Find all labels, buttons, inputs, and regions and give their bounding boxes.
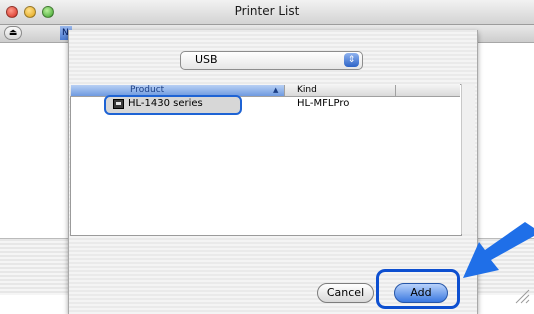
popup-arrows-icon: ⇕ bbox=[344, 53, 359, 67]
sort-ascending-icon: ▲ bbox=[273, 86, 279, 94]
window-title: Printer List bbox=[234, 4, 300, 18]
connection-popup-label: USB bbox=[195, 53, 218, 66]
resize-grip-icon[interactable] bbox=[512, 286, 530, 304]
cancel-button[interactable]: Cancel bbox=[317, 283, 374, 303]
printer-icon bbox=[113, 99, 124, 109]
close-light-icon[interactable] bbox=[6, 6, 18, 18]
minimize-light-icon[interactable] bbox=[24, 6, 36, 18]
kind-column-label[interactable]: Kind bbox=[297, 85, 317, 96]
background-eject-button[interactable]: ⏏ bbox=[4, 26, 22, 40]
zoom-light-icon[interactable] bbox=[42, 6, 54, 18]
printer-name: HL-1430 series bbox=[128, 98, 203, 109]
list-scrollbar[interactable] bbox=[461, 84, 475, 234]
column-divider bbox=[284, 85, 285, 96]
pointer-arrow-icon bbox=[463, 222, 534, 278]
column-divider bbox=[395, 85, 396, 96]
printer-kind: HL-MFLPro bbox=[297, 98, 350, 109]
